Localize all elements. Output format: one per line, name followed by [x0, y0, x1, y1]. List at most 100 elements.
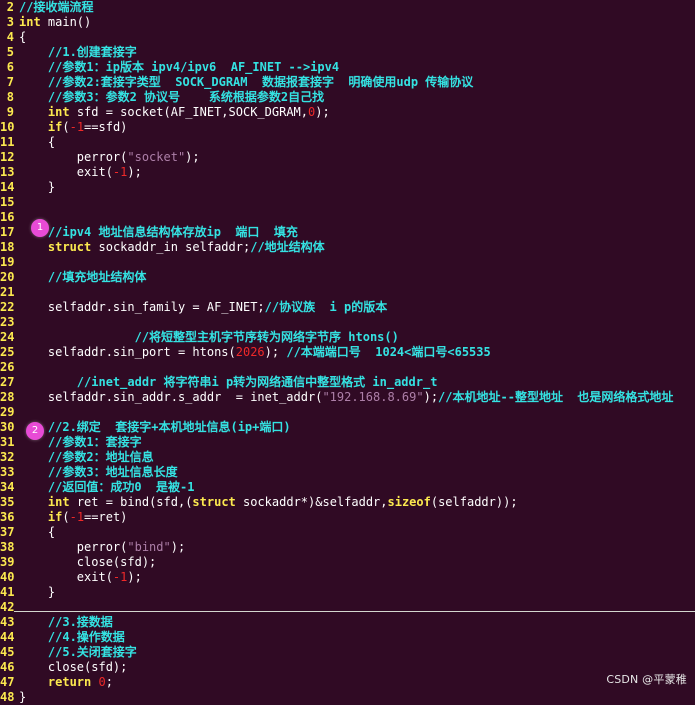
code-line[interactable]: 23 [0, 315, 695, 330]
token-text: sockaddr_in selfaddr; [91, 240, 251, 254]
code-line[interactable]: 22 selfaddr.sin_family = AF_INET;//协议族 i… [0, 300, 695, 315]
token-str: "bind" [127, 540, 171, 554]
line-code: //填充地址结构体 [19, 270, 146, 285]
code-line[interactable]: 43 //3.接数据 [0, 615, 695, 630]
code-line[interactable]: 15 [0, 195, 695, 210]
code-line[interactable]: 10 if(-1==sfd) [0, 120, 695, 135]
token-text: ); [264, 345, 287, 359]
code-line[interactable]: 14 } [0, 180, 695, 195]
line-number: 27 [0, 375, 15, 389]
token-kw: int [19, 15, 41, 29]
code-line[interactable]: 48} [0, 690, 695, 705]
code-line[interactable]: 32 //参数2：地址信息 [0, 450, 695, 465]
line-number: 48 [0, 690, 15, 704]
token-text: selfaddr.sin_port = htons( [19, 345, 236, 359]
token-num: -1 [69, 510, 85, 524]
line-code: } [19, 180, 55, 195]
line-code: } [19, 585, 55, 600]
line-number: 38 [0, 540, 15, 554]
line-number: 36 [0, 510, 15, 524]
line-number: 47 [0, 675, 15, 689]
code-line[interactable]: 21 [0, 285, 695, 300]
code-line[interactable]: 39 close(sfd); [0, 555, 695, 570]
code-line[interactable]: 8 //参数3：参数2 协议号 系统根据参数2自己找 [0, 90, 695, 105]
line-code: //参数2:套接字类型 SOCK_DGRAM 数据报套接字 明确使用udp 传输… [19, 75, 473, 90]
line-number: 15 [0, 195, 15, 209]
line-code: } [19, 690, 26, 705]
token-text: } [19, 585, 56, 599]
line-code: //接收端流程 [19, 0, 93, 15]
code-line[interactable]: 4{ [0, 30, 695, 45]
annotation-marker-2: 2 [26, 422, 44, 440]
code-line[interactable]: 28 selfaddr.sin_addr.s_addr = inet_addr(… [0, 390, 695, 405]
code-line[interactable]: 35 int ret = bind(sfd,(struct sockaddr*)… [0, 495, 695, 510]
token-comment: //填充地址结构体 [19, 270, 147, 284]
line-code: //2.绑定 套接字+本机地址信息(ip+端口) [19, 420, 291, 435]
code-line[interactable]: 42 [0, 600, 695, 615]
code-editor[interactable]: 2//接收端流程 3 int main() 4{5 //1.创建套接字 6 //参数1：… [0, 0, 695, 704]
code-line[interactable]: 40 exit(-1); [0, 570, 695, 585]
code-line[interactable]: 3 int main() [0, 15, 695, 30]
token-text: ==ret) [84, 510, 128, 524]
code-line[interactable]: 33 //参数3：地址信息长度 [0, 465, 695, 480]
token-text: perror( [19, 540, 128, 554]
code-line[interactable]: 45 //5.关闭套接字 [0, 645, 695, 660]
code-line[interactable]: 7 //参数2:套接字类型 SOCK_DGRAM 数据报套接字 明确使用udp … [0, 75, 695, 90]
code-line[interactable]: 20 //填充地址结构体 [0, 270, 695, 285]
line-number: 44 [0, 630, 15, 644]
line-number: 12 [0, 150, 15, 164]
token-text: exit( [19, 570, 113, 584]
token-num: 0 [98, 675, 106, 689]
code-line[interactable]: 18 struct sockaddr_in selfaddr;//地址结构体 [0, 240, 695, 255]
token-text: ); [127, 165, 142, 179]
code-line[interactable]: 26 [0, 360, 695, 375]
code-line[interactable]: 34 //返回值：成功0 是被-1 [0, 480, 695, 495]
token-comment: //参数2:套接字类型 SOCK_DGRAM 数据报套接字 明确使用udp 传输… [19, 75, 474, 89]
line-number: 31 [0, 435, 15, 449]
line-number: 23 [0, 315, 15, 329]
code-line[interactable]: 24 //将短整型主机字节序转为网络字节序 htons() [0, 330, 695, 345]
token-str: "socket" [127, 150, 186, 164]
code-line[interactable]: 17 //ipv4 地址信息结构体存放ip 端口 填充 [0, 225, 695, 240]
code-line[interactable]: 13 exit(-1); [0, 165, 695, 180]
token-text: (selfaddr)); [430, 495, 518, 509]
code-line[interactable]: 44 //4.操作数据 [0, 630, 695, 645]
token-text: sockaddr*)&selfaddr, [235, 495, 388, 509]
token-num: 2026 [235, 345, 265, 359]
line-code: struct sockaddr_in selfaddr;//地址结构体 [19, 240, 325, 255]
token-kw: struct [192, 495, 236, 509]
code-line[interactable]: 25 selfaddr.sin_port = htons(2026); //本端… [0, 345, 695, 360]
code-line[interactable]: 37 { [0, 525, 695, 540]
token-comment: //inet_addr 将字符串i p转为网络通信中整型格式 in_addr_t [19, 375, 438, 389]
code-line[interactable]: 47 return 0; [0, 675, 695, 690]
code-line[interactable]: 12 perror("socket"); [0, 150, 695, 165]
line-number: 16 [0, 210, 15, 224]
code-line[interactable]: 41 } [0, 585, 695, 600]
token-num: -1 [69, 120, 85, 134]
code-line[interactable]: 9 int sfd = socket(AF_INET,SOCK_DGRAM,0)… [0, 105, 695, 120]
token-text: sfd = socket(AF_INET,SOCK_DGRAM, [69, 105, 309, 119]
code-line[interactable]: 19 [0, 255, 695, 270]
code-line[interactable]: 6 //参数1：ip版本 ipv4/ipv6 AF_INET -->ipv4 [0, 60, 695, 75]
code-line[interactable]: 38 perror("bind"); [0, 540, 695, 555]
code-line[interactable]: 2 //接收端流程 [0, 0, 695, 15]
token-text: ); [127, 570, 142, 584]
code-line[interactable]: 27 //inet_addr 将字符串i p转为网络通信中整型格式 in_add… [0, 375, 695, 390]
code-line[interactable]: 16 [0, 210, 695, 225]
code-line[interactable]: 36 if(-1==ret) [0, 510, 695, 525]
line-code: selfaddr.sin_addr.s_addr = inet_addr("19… [19, 390, 674, 405]
token-text: perror( [19, 150, 128, 164]
code-line[interactable]: 46 close(sfd); [0, 660, 695, 675]
line-number: 5 [6, 45, 14, 59]
line-number: 6 [6, 60, 14, 74]
code-line[interactable]: 30 //2.绑定 套接字+本机地址信息(ip+端口) [0, 420, 695, 435]
line-code: exit(-1); [19, 570, 142, 585]
code-line[interactable]: 29 [0, 405, 695, 420]
code-line[interactable]: 5 //1.创建套接字 [0, 45, 695, 60]
line-code: //4.操作数据 [19, 630, 125, 645]
code-line[interactable]: 11 { [0, 135, 695, 150]
token-comment: //参数3：参数2 协议号 系统根据参数2自己找 [19, 90, 325, 104]
code-line[interactable]: 31 //参数1：套接字 [0, 435, 695, 450]
